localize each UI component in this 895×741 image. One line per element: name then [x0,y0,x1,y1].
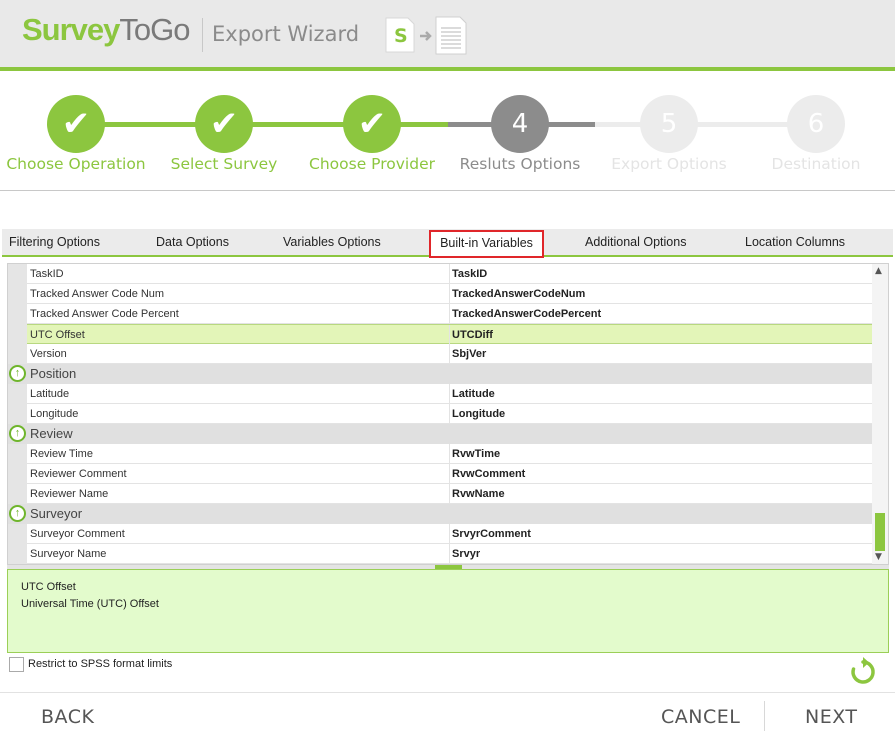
collapse-up-arrow-icon[interactable]: ↑ [9,425,26,442]
table-row-selected[interactable]: UTC Offset UTCDiff [27,324,872,345]
table-row[interactable]: Tracked Answer Code Percent TrackedAnswer… [27,304,872,324]
variable-value[interactable]: RvwComment [452,468,525,480]
scroll-down-icon[interactable]: ▼ [875,552,882,562]
variable-value[interactable]: Srvyr [452,548,480,560]
variable-value[interactable]: RvwName [452,488,505,500]
reset-refresh-icon[interactable] [848,657,878,687]
variables-grid[interactable]: TaskID TaskID Tracked Answer Code Num Trac… [7,263,889,565]
variable-name: Surveyor Comment [30,528,125,540]
group-label: Surveyor [30,506,83,521]
table-row[interactable]: Review Time RvwTime [27,444,872,464]
tab-location-columns[interactable]: Location Columns [745,229,845,255]
back-button[interactable]: BACK [41,706,94,728]
tab-filtering-options[interactable]: Filtering Options [9,229,100,255]
variable-value[interactable]: TaskID [452,268,487,280]
variable-name: Longitude [30,408,79,420]
steps-divider [0,190,895,191]
variable-value[interactable]: TrackedAnswerCodeNum [452,288,585,300]
variable-value[interactable]: Latitude [452,388,495,400]
grid-scrollbar[interactable]: ▲ ▼ [872,264,888,564]
variable-name: Reviewer Comment [30,468,127,480]
variable-value[interactable]: TrackedAnswerCodePercent [452,308,601,320]
step-5-label: Export Options [611,155,727,173]
table-row[interactable]: Longitude Longitude [27,404,872,424]
group-header-surveyor[interactable]: ↑ Surveyor [8,504,872,524]
header: SurveyToGo Export Wizard S [0,0,895,67]
variable-name: Latitude [30,388,70,400]
tab-additional-options[interactable]: Additional Options [585,229,686,255]
description-panel: UTC Offset Universal Time (UTC) Offset [7,569,889,653]
variable-name: Review Time [30,448,93,460]
collapse-up-arrow-icon[interactable]: ↑ [9,365,26,382]
step-3-check-icon: ✔ [343,95,401,153]
step-6-number: 6 [787,95,845,153]
options-tab-bar: Filtering Options Data Options Variables… [2,229,893,258]
variable-name: Reviewer Name [30,488,109,500]
variable-name: UTC Offset [30,329,85,341]
step-5-number: 5 [640,95,698,153]
next-button[interactable]: NEXT [805,706,858,728]
cancel-button[interactable]: CANCEL [661,706,740,728]
tab-data-options[interactable]: Data Options [156,229,229,255]
step-connector [595,122,817,127]
variable-name: Tracked Answer Code Percent [30,308,179,320]
table-row[interactable]: Latitude Latitude [27,384,872,404]
description-text: Universal Time (UTC) Offset [21,598,159,610]
step-1-check-icon: ✔ [47,95,105,153]
step-2-label: Select Survey [170,155,278,173]
surveytogo-logo: SurveyToGo [22,12,191,47]
table-row[interactable]: Surveyor Comment SrvyrComment [27,524,872,544]
variable-value[interactable]: UTCDiff [452,329,493,341]
table-row[interactable]: Reviewer Comment RvwComment [27,464,872,484]
tab-built-in-variables[interactable]: Built-in Variables [429,230,544,258]
variable-name: Tracked Answer Code Num [30,288,165,300]
scrollbar-thumb[interactable] [875,513,885,551]
variable-name: Surveyor Name [30,548,107,560]
table-row[interactable]: Reviewer Name RvwName [27,484,872,504]
table-row[interactable]: Tracked Answer Code Num TrackedAnswerCode… [27,284,872,304]
footer-divider [0,692,895,693]
collapse-up-arrow-icon[interactable]: ↑ [9,505,26,522]
group-label: Position [30,366,77,381]
spss-to-document-icon: S [385,16,467,55]
wizard-steps: ✔ ✔ ✔ 4 5 6 Choose Operation Select Surv… [0,71,895,191]
spss-letter-icon: S [394,25,408,47]
variable-value[interactable]: RvwTime [452,448,500,460]
table-row[interactable]: TaskID TaskID [27,264,872,284]
group-label: Review [30,426,73,441]
restrict-spss-checkbox[interactable] [9,657,24,672]
table-row[interactable]: Version SbjVer [27,344,872,364]
tab-variables-options[interactable]: Variables Options [283,229,381,255]
step-1-label: Choose Operation [6,155,146,173]
restrict-spss-label[interactable]: Restrict to SPSS format limits [28,658,172,670]
header-separator [202,18,203,52]
footer-button-separator [764,701,765,731]
variable-value[interactable]: Longitude [452,408,505,420]
scroll-up-icon[interactable]: ▲ [875,266,882,276]
variable-value[interactable]: SbjVer [452,348,486,360]
description-title: UTC Offset [21,581,76,593]
group-header-review[interactable]: ↑ Review [8,424,872,444]
step-6-label: Destination [771,155,861,173]
table-row[interactable]: Surveyor Name Srvyr [27,544,872,564]
step-4-number: 4 [491,95,549,153]
wizard-title: Export Wizard [212,22,360,46]
variable-value[interactable]: SrvyrComment [452,528,531,540]
variable-name: TaskID [30,268,64,280]
variable-name: Version [30,348,67,360]
group-header-position[interactable]: ↑ Position [8,364,872,384]
step-3-label: Choose Provider [309,155,435,173]
step-2-check-icon: ✔ [195,95,253,153]
step-4-label: Resluts Options [459,155,581,173]
